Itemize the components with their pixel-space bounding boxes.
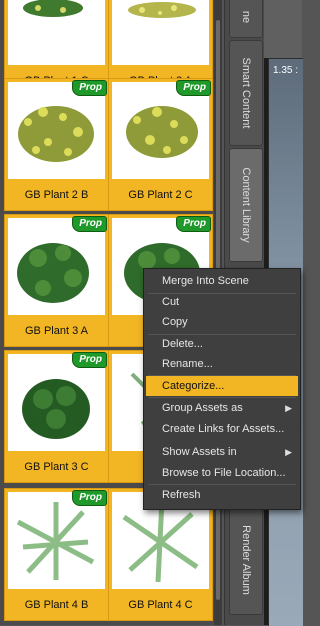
asset-thumbnail: [112, 0, 209, 65]
prop-badge: Prop: [176, 216, 211, 232]
asset-thumbnail: [8, 218, 105, 315]
menu-item-rename[interactable]: Rename...: [146, 354, 298, 374]
tab-render-album[interactable]: Render Album: [229, 505, 263, 615]
menu-item-cut[interactable]: Cut: [146, 292, 298, 312]
menu-item-categorize[interactable]: Categorize...: [146, 376, 298, 396]
submenu-arrow-icon: ▶: [285, 403, 292, 413]
aspect-ratio-label: 1.35 :: [273, 65, 299, 76]
tab-ne[interactable]: ne: [229, 0, 263, 38]
menu-item-refresh[interactable]: Refresh: [146, 485, 298, 505]
prop-badge: Prop: [72, 490, 107, 506]
asset-thumbnail: [8, 492, 105, 589]
asset-name: GB Plant 4 B: [24, 599, 89, 611]
menu-item-browse-to-file-location[interactable]: Browse to File Location...: [146, 463, 298, 483]
tab-smart-content[interactable]: Smart Content: [229, 40, 263, 146]
prop-badge: Prop: [72, 352, 107, 368]
asset-tile[interactable]: Prop GB Plant 3 A: [4, 214, 109, 347]
context-menu: Merge Into Scene Cut Copy Delete... Rena…: [143, 268, 301, 510]
menu-item-merge-into-scene[interactable]: Merge Into Scene: [146, 271, 298, 291]
asset-tile[interactable]: Prop GB Plant 2 C: [108, 78, 213, 211]
menu-item-copy[interactable]: Copy: [146, 312, 298, 332]
asset-name: GB Plant 2 B: [24, 189, 89, 201]
asset-name: GB Plant 3 A: [25, 325, 88, 337]
asset-name: GB Plant 3 C: [24, 461, 89, 473]
tab-content-library[interactable]: Content Library: [229, 148, 263, 262]
menu-item-show-assets-in[interactable]: Show Assets in ▶: [146, 442, 298, 462]
asset-name: GB Plant 4 C: [128, 599, 193, 611]
menu-item-delete[interactable]: Delete...: [146, 334, 298, 354]
asset-thumbnail: [8, 354, 105, 451]
prop-badge: Prop: [72, 80, 107, 96]
menu-item-group-assets-as[interactable]: Group Assets as ▶: [146, 398, 298, 418]
asset-thumbnail: [8, 82, 105, 179]
asset-tile[interactable]: Prop GB Plant 2 B: [4, 78, 109, 211]
prop-badge: Prop: [72, 216, 107, 232]
prop-badge: Prop: [176, 80, 211, 96]
asset-thumbnail: [8, 0, 105, 65]
asset-name: GB Plant 2 C: [128, 189, 193, 201]
asset-tile[interactable]: Prop GB Plant 3 C: [4, 350, 109, 483]
submenu-arrow-icon: ▶: [285, 447, 292, 457]
asset-thumbnail: [112, 82, 209, 179]
menu-item-create-links[interactable]: Create Links for Assets...: [146, 419, 298, 439]
asset-tile[interactable]: Prop GB Plant 4 B: [4, 488, 109, 621]
